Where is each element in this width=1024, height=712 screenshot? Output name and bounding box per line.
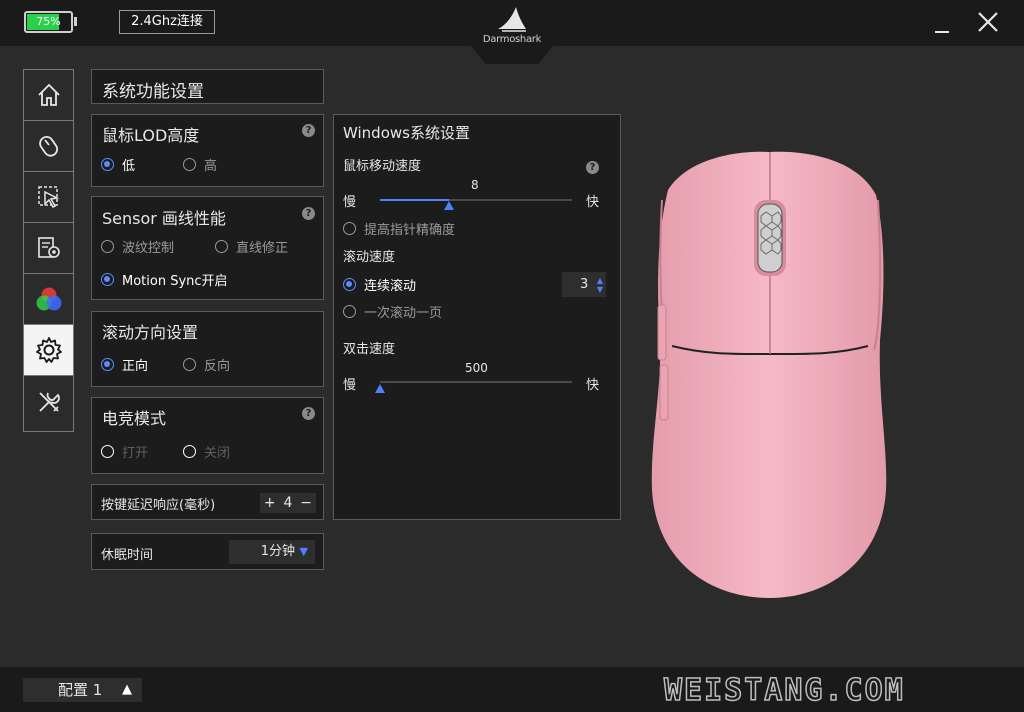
cursor-select-icon — [37, 186, 59, 208]
page-scroll-radio[interactable]: 一次滚动一页 — [343, 302, 442, 321]
double-click-slider[interactable] — [380, 381, 572, 383]
macro-settings-icon — [37, 237, 60, 258]
close-icon — [978, 12, 998, 32]
pointer-speed-thumb[interactable] — [444, 201, 454, 210]
nav-cursor[interactable] — [24, 172, 73, 223]
scroll-direction-title: 滚动方向设置 — [102, 323, 199, 342]
scroll-lines-spinner[interactable]: 3 ▲ ▼ — [562, 272, 606, 297]
mouse-icon — [38, 136, 58, 157]
sleep-value: 1分钟 — [260, 544, 295, 559]
pointer-speed-slider[interactable] — [380, 199, 572, 201]
profile-selector[interactable]: 配置 1 ▲ — [23, 678, 142, 702]
spinner-down-icon[interactable]: ▼ — [597, 277, 603, 302]
pointer-speed-fast-label: 快 — [586, 195, 600, 210]
lod-low-radio[interactable]: 低 — [101, 155, 135, 174]
pointer-speed-label: 鼠标移动速度 — [343, 159, 422, 174]
esports-on-radio[interactable]: 打开 — [101, 442, 148, 461]
connection-mode-label: 2.4Ghz连接 — [119, 10, 215, 34]
minimize-button[interactable] — [929, 10, 953, 34]
nav-rgb[interactable] — [24, 274, 73, 325]
sensor-title: Sensor 画线性能 — [102, 209, 226, 228]
profile-label: 配置 1 — [58, 681, 103, 699]
debounce-panel: 按键延迟响应(毫秒) + 4 − — [91, 484, 324, 520]
minimize-icon — [935, 31, 949, 33]
nav-macro[interactable] — [24, 223, 73, 274]
ripple-control-radio[interactable]: 波纹控制 — [101, 237, 174, 256]
scroll-direction-panel: 滚动方向设置 正向 反向 — [91, 311, 324, 387]
nav-tools[interactable] — [24, 376, 73, 427]
footer-bar: 配置 1 ▲ WEISTANG.COM — [0, 667, 1024, 712]
debounce-stepper: + 4 − — [260, 493, 316, 513]
chevron-down-icon: ▼ — [299, 545, 308, 558]
esports-mode-panel: 电竞模式 ? 打开 关闭 — [91, 397, 324, 474]
double-click-thumb[interactable] — [375, 384, 385, 393]
motion-sync-radio[interactable]: Motion Sync开启 — [101, 270, 228, 289]
nav-mouse[interactable] — [24, 121, 73, 172]
battery-percent-label: 75% — [36, 15, 61, 28]
brand-logo: Darmoshark — [468, 0, 556, 64]
lod-panel: 鼠标LOD高度 ? 低 高 — [91, 114, 324, 187]
continuous-scroll-radio[interactable]: 连续滚动 — [343, 275, 416, 294]
enhance-precision-checkbox[interactable]: 提高指针精确度 — [343, 219, 455, 238]
pointer-speed-fill — [380, 199, 449, 201]
scroll-lines-value: 3 — [580, 277, 589, 292]
windows-settings-title: Windows系统设置 — [343, 124, 470, 142]
scroll-reverse-radio[interactable]: 反向 — [183, 355, 230, 374]
scroll-forward-radio[interactable]: 正向 — [101, 355, 148, 374]
double-click-fast-label: 快 — [586, 378, 600, 393]
lod-help-icon[interactable]: ? — [302, 124, 315, 137]
shark-fin-icon — [498, 7, 526, 32]
lod-high-radio[interactable]: 高 — [183, 155, 217, 174]
tools-icon — [38, 391, 60, 412]
chevron-up-icon: ▲ — [122, 682, 132, 697]
lod-title: 鼠标LOD高度 — [102, 126, 200, 145]
double-click-value: 500 — [465, 361, 488, 375]
scroll-speed-label: 滚动速度 — [343, 250, 396, 265]
double-click-slow-label: 慢 — [343, 378, 357, 393]
pointer-speed-slow-label: 慢 — [343, 195, 357, 210]
sleep-dropdown[interactable]: 1分钟 ▼ — [229, 540, 315, 564]
debounce-label: 按键延迟响应(毫秒) — [101, 498, 216, 513]
gear-icon — [35, 337, 62, 363]
side-button-forward — [657, 304, 667, 361]
debounce-increase-button[interactable]: + — [264, 495, 276, 511]
watermark-text: WEISTANG.COM — [663, 672, 905, 709]
debounce-decrease-button[interactable]: − — [300, 495, 312, 511]
esports-mode-title: 电竞模式 — [102, 409, 167, 428]
angle-snap-radio[interactable]: 直线修正 — [215, 237, 288, 256]
pointer-speed-help-icon[interactable]: ? — [586, 161, 599, 174]
sensor-panel: Sensor 画线性能 ? 波纹控制 直线修正 Motion Sync开启 — [91, 196, 324, 300]
system-settings-title: 系统功能设置 — [102, 82, 204, 102]
sensor-help-icon[interactable]: ? — [302, 207, 315, 220]
debounce-value: 4 — [283, 495, 293, 511]
side-button-back — [659, 364, 669, 421]
windows-settings-panel: Windows系统设置 鼠标移动速度 ? 8 慢 快 提高指针精确度 滚动速度 … — [333, 114, 621, 520]
rgb-color-icon — [36, 287, 61, 311]
brand-name: Darmoshark — [482, 34, 542, 45]
nav-settings[interactable] — [24, 325, 73, 376]
esports-off-radio[interactable]: 关闭 — [183, 442, 230, 461]
close-button[interactable] — [976, 10, 1000, 34]
double-click-label: 双击速度 — [343, 342, 396, 357]
home-icon — [37, 83, 60, 106]
mouse-illustration — [651, 151, 887, 598]
esports-help-icon[interactable]: ? — [302, 407, 315, 420]
nav-home[interactable] — [24, 70, 73, 121]
sleep-label: 休眠时间 — [101, 548, 154, 563]
pointer-speed-value: 8 — [471, 178, 479, 192]
battery-cap — [74, 17, 77, 26]
battery-indicator: 75% — [24, 11, 73, 33]
sleep-panel: 休眠时间 1分钟 ▼ — [91, 533, 324, 570]
side-nav — [23, 69, 74, 432]
system-settings-header: 系统功能设置 — [91, 69, 324, 104]
